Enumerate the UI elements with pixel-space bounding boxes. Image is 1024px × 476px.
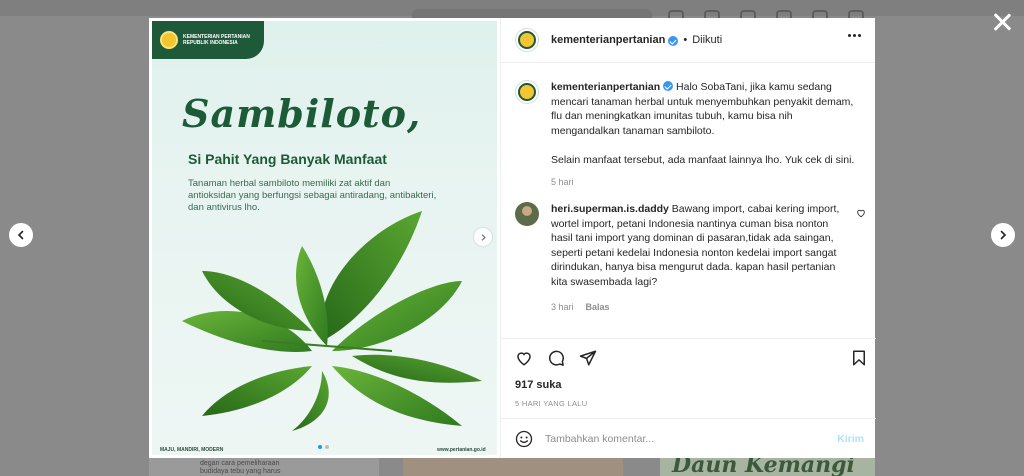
heart-icon[interactable] <box>515 349 533 367</box>
post-media: KEMENTERIAN PERTANIAN REPUBLIK INDONESIA… <box>149 18 500 458</box>
chevron-right-icon <box>481 233 486 241</box>
smiley-icon[interactable] <box>515 430 533 448</box>
comment-text: Bawang import, cabai kering import, wort… <box>551 203 840 288</box>
separator-dot: • <box>683 34 688 46</box>
media-next-button[interactable] <box>474 228 492 246</box>
add-comment-bar: Kirim <box>501 418 876 458</box>
post-header: kementerianpertanian • Diikuti <box>501 18 875 63</box>
poster-subtitle: Si Pahit Yang Banyak Manfaat <box>188 151 387 167</box>
background-card <box>403 456 623 476</box>
poster-footer-tagline: MAJU, MANDIRI, MODERN <box>160 447 224 453</box>
verified-badge-icon <box>663 81 674 91</box>
previous-post-button[interactable] <box>9 223 33 247</box>
bookmark-icon[interactable] <box>850 349 868 367</box>
caption-timestamp: 5 hari <box>551 177 574 187</box>
ministry-emblem-icon <box>160 31 178 49</box>
post-date: 5 HARI YANG LALU <box>515 399 588 408</box>
ministry-emblem-icon <box>518 83 536 101</box>
chevron-left-icon <box>17 230 24 240</box>
logo-line-2: REPUBLIK INDONESIA <box>183 40 238 46</box>
close-icon[interactable] <box>990 10 1014 34</box>
sambiloto-leaves-illustration <box>182 211 482 431</box>
comments-section: kementerianpertanian Halo SobaTani, jika… <box>501 64 876 338</box>
post-comment-button[interactable]: Kirim <box>837 433 864 445</box>
comment-username[interactable]: heri.superman.is.daddy <box>551 203 669 215</box>
post-sidebar: kementerianpertanian • Diikuti kementeri… <box>500 18 876 458</box>
chevron-right-icon <box>1000 230 1007 240</box>
reply-button[interactable]: Balas <box>586 302 610 312</box>
background-card-text: degan cara pemeliharaan budidaya tebu ya… <box>200 460 281 475</box>
carousel-indicator <box>318 445 329 449</box>
post-image: KEMENTERIAN PERTANIAN REPUBLIK INDONESIA… <box>152 21 497 455</box>
poster-footer-url: www.pertanian.go.id <box>437 447 486 453</box>
more-icon[interactable] <box>848 34 861 37</box>
header-username[interactable]: kementerianpertanian <box>551 34 665 46</box>
comment-item: heri.superman.is.daddy Bawang import, ca… <box>515 202 851 315</box>
caption-text-2: Selain manfaat tersebut, ada manfaat lai… <box>551 153 855 166</box>
avatar[interactable] <box>515 80 539 104</box>
carousel-dot <box>318 445 322 449</box>
caption-username[interactable]: kementerianpertanian <box>551 81 660 93</box>
send-icon[interactable] <box>579 349 597 367</box>
ministry-emblem-icon <box>518 31 536 49</box>
likes-count[interactable]: 917 suka <box>515 379 561 391</box>
post-modal: KEMENTERIAN PERTANIAN REPUBLIK INDONESIA… <box>149 18 876 458</box>
comment-input[interactable] <box>545 432 825 445</box>
carousel-dot <box>325 445 329 449</box>
avatar[interactable] <box>515 28 539 52</box>
comment-like-heart-icon[interactable] <box>856 208 866 218</box>
comment-timestamp: 3 hari <box>551 302 574 312</box>
poster-title: Sambiloto, <box>182 91 422 136</box>
ministry-logo: KEMENTERIAN PERTANIAN REPUBLIK INDONESIA <box>152 21 264 59</box>
follow-status-button[interactable]: Diikuti <box>692 34 722 46</box>
post-caption: kementerianpertanian Halo SobaTani, jika… <box>515 80 861 190</box>
comment-icon[interactable] <box>547 349 565 367</box>
next-post-button[interactable] <box>991 223 1015 247</box>
avatar[interactable] <box>515 202 539 226</box>
verified-badge-icon <box>668 36 679 46</box>
